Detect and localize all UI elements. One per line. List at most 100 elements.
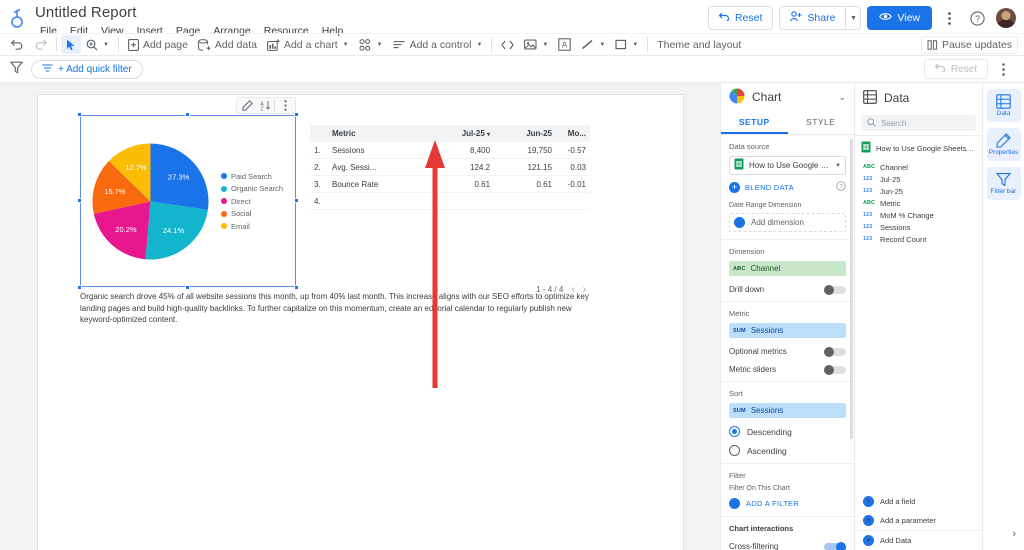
insight-text-block[interactable]: Organic search drove 45% of all website … xyxy=(80,291,590,326)
undo-button[interactable] xyxy=(6,35,29,54)
table-row[interactable]: 3.Bounce Rate0.610.61-0.01 xyxy=(310,176,590,193)
data-search-input[interactable]: Search xyxy=(861,115,976,131)
cross-filtering-toggle[interactable] xyxy=(824,543,846,550)
data-field-item[interactable]: 123Jun-25 xyxy=(855,185,982,197)
looker-studio-logo[interactable] xyxy=(0,0,34,28)
sort-section: Sort SUM Sessions Descending Ascending xyxy=(721,382,854,464)
pie-chart-object[interactable]: AZ xyxy=(80,115,296,287)
add-data-panel-button[interactable]: + Add Data xyxy=(855,530,982,550)
select-tool-button[interactable] xyxy=(61,35,81,54)
pencil-icon[interactable] xyxy=(240,99,254,113)
help-circle-icon[interactable]: ? xyxy=(966,7,988,29)
table-row[interactable]: 4. xyxy=(310,193,590,210)
more-options-button[interactable] xyxy=(938,7,960,29)
blend-data-row[interactable]: + BLEND DATA ? xyxy=(729,181,846,194)
filter-lines-icon xyxy=(42,64,53,75)
metric-field-chip[interactable]: SUM Sessions xyxy=(729,323,846,338)
table-row[interactable]: 2.Avg. Sessi...124.2121.150.03 xyxy=(310,159,590,176)
add-chart-label: Add a chart xyxy=(284,39,338,51)
th-mom[interactable]: Mo... xyxy=(556,125,590,142)
pause-updates-button[interactable]: Pause updates xyxy=(921,36,1018,54)
zoom-tool-button[interactable]: ▼ xyxy=(81,35,114,54)
theme-and-layout-button[interactable]: Theme and layout xyxy=(652,35,746,54)
report-page[interactable]: AZ xyxy=(38,95,683,550)
drill-down-toggle[interactable] xyxy=(824,286,846,294)
tab-style[interactable]: STYLE xyxy=(788,111,855,134)
legend-item[interactable]: Social xyxy=(221,209,283,218)
sort-az-icon[interactable]: AZ xyxy=(257,99,271,113)
add-control-button[interactable]: Add a control ▼ xyxy=(388,35,488,54)
sort-ascending-row[interactable]: Ascending xyxy=(729,445,846,456)
toolbar-divider xyxy=(274,100,275,111)
help-circle-icon[interactable]: ? xyxy=(836,181,846,194)
metrics-table-object[interactable]: Metric Jul-25 ▾ Jun-25 Mo... 1.Sessions8… xyxy=(310,125,590,295)
reset-label: Reset xyxy=(735,12,762,24)
optional-metrics-toggle[interactable] xyxy=(824,348,846,356)
legend-item[interactable]: Paid Search xyxy=(221,172,283,181)
radio-ascending[interactable] xyxy=(729,445,740,456)
data-field-item[interactable]: 123MoM % Change xyxy=(855,209,982,221)
rail-item-data[interactable]: Data xyxy=(987,89,1021,122)
add-filter-button[interactable]: + ADD A FILTER xyxy=(729,498,846,509)
add-quick-filter-button[interactable]: + Add quick filter xyxy=(31,60,143,79)
text-box-icon: A xyxy=(558,38,571,51)
page-title[interactable]: Untitled Report xyxy=(34,4,708,21)
dimension-field-chip[interactable]: ABC Channel xyxy=(729,261,846,276)
data-source-select[interactable]: How to Use Google Sheets for... ▼ xyxy=(729,156,846,175)
radio-descending[interactable] xyxy=(729,426,740,437)
add-control-label: Add a control xyxy=(410,39,472,51)
chart-interactions-section: Chart interactions Cross-filtering Chang… xyxy=(721,517,854,550)
tab-setup[interactable]: SETUP xyxy=(721,111,788,134)
legend-item[interactable]: Direct xyxy=(221,197,283,206)
data-field-item[interactable]: 123Record Count xyxy=(855,233,982,245)
sort-descending-row[interactable]: Descending xyxy=(729,426,846,437)
filterbar-reset-button[interactable]: Reset xyxy=(924,59,988,79)
data-field-item[interactable]: 123Sessions xyxy=(855,221,982,233)
add-page-button[interactable]: Add page xyxy=(123,35,193,54)
share-dropdown-arrow[interactable]: ▼ xyxy=(845,6,861,30)
legend-item[interactable]: Email xyxy=(221,222,283,231)
data-field-item[interactable]: ABCMetric xyxy=(855,197,982,209)
add-date-dimension-button[interactable]: + Add dimension xyxy=(729,213,846,232)
theme-layout-label: Theme and layout xyxy=(657,39,741,51)
panel-scrollbar[interactable] xyxy=(850,139,853,439)
add-parameter-button[interactable]: + Add a parameter xyxy=(855,511,982,530)
chevron-down-icon[interactable]: ⌄ xyxy=(838,92,846,103)
th-jul[interactable]: Jul-25 ▾ xyxy=(427,125,494,142)
pause-icon xyxy=(927,40,938,50)
share-button[interactable]: Share xyxy=(779,6,845,30)
view-button[interactable]: View xyxy=(867,6,932,30)
add-community-viz-button[interactable]: ▼ xyxy=(354,35,388,54)
rail-item-properties[interactable]: Properties xyxy=(987,128,1021,161)
chart-more-icon[interactable] xyxy=(278,99,292,113)
insert-text-button[interactable]: A xyxy=(553,35,576,54)
header-actions: Reset Share ▼ View xyxy=(708,0,1024,30)
th-metric[interactable]: Metric xyxy=(328,125,427,142)
data-field-item[interactable]: 123Jul-25 xyxy=(855,173,982,185)
data-field-item[interactable]: ABCChannel xyxy=(855,161,982,173)
reset-button[interactable]: Reset xyxy=(708,6,773,30)
cell-mom: -0.01 xyxy=(556,176,590,193)
embed-code-button[interactable] xyxy=(496,35,519,54)
insert-image-button[interactable]: ▼ xyxy=(519,35,553,54)
add-chart-button[interactable]: Add a chart ▼ xyxy=(262,35,354,54)
redo-button[interactable] xyxy=(29,35,52,54)
add-data-button[interactable]: Add data xyxy=(193,35,262,54)
legend-item[interactable]: Organic Search xyxy=(221,184,283,193)
filterbar-more-button[interactable] xyxy=(992,58,1014,80)
data-source-item[interactable]: How to Use Google Sheets for Client R... xyxy=(855,135,982,161)
sort-field-chip[interactable]: SUM Sessions xyxy=(729,403,846,418)
pie-chart-svg[interactable]: 27.3%24.1%20.2%15.7%12.7% xyxy=(88,139,213,264)
rail-item-filter-bar[interactable]: Filter bar xyxy=(987,167,1021,200)
add-field-button[interactable]: + Add a field xyxy=(855,492,982,511)
table-row[interactable]: 1.Sessions8,40019,750-0.57 xyxy=(310,142,590,159)
user-avatar[interactable] xyxy=(996,8,1016,28)
insert-shape-button[interactable]: ▼ xyxy=(610,35,643,54)
chevron-right-icon[interactable]: › xyxy=(1012,528,1016,540)
chevron-down-icon: ▼ xyxy=(835,163,841,169)
insert-line-button[interactable]: ▼ xyxy=(576,35,610,54)
legend-label: Paid Search xyxy=(231,172,272,181)
th-jun[interactable]: Jun-25 xyxy=(494,125,556,142)
metric-sliders-toggle[interactable] xyxy=(824,366,846,374)
report-canvas[interactable]: AZ xyxy=(0,83,720,550)
